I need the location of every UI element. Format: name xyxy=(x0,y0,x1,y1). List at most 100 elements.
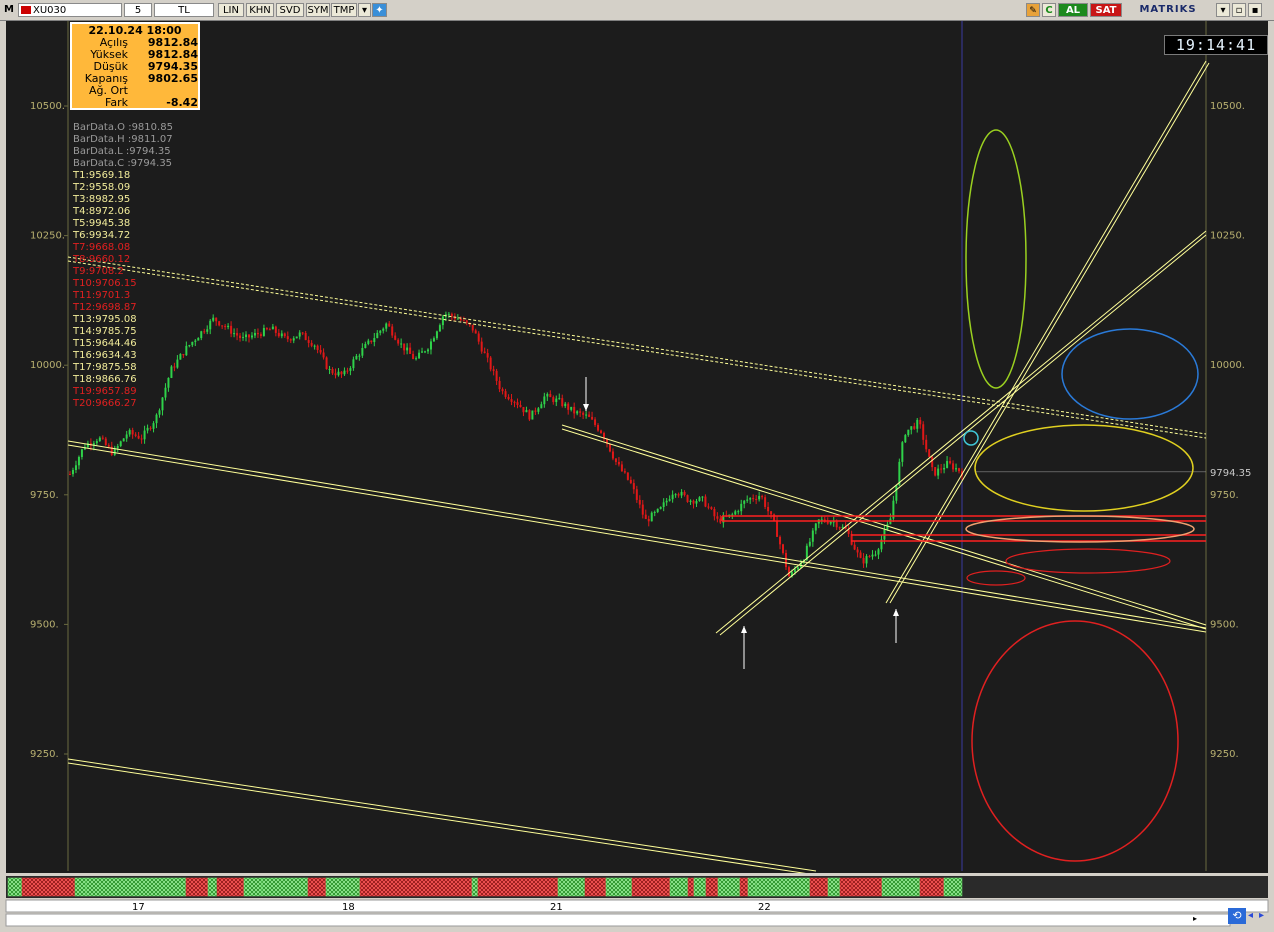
sell-button[interactable]: SAT xyxy=(1090,3,1122,17)
x-label-21: 21 xyxy=(550,902,563,913)
lin-button[interactable]: LIN xyxy=(218,3,244,17)
x-label-18: 18 xyxy=(342,902,355,913)
candle-body xyxy=(856,549,859,553)
trendline-rising-a2 xyxy=(719,234,1207,636)
sync-button[interactable]: ⟲ xyxy=(1228,908,1246,924)
candle-body xyxy=(298,332,301,337)
candle-body xyxy=(784,552,787,568)
y-tick-label-right: 9250. xyxy=(1210,749,1239,760)
candle-body xyxy=(704,496,707,507)
tmp-button[interactable]: TMP xyxy=(331,3,357,17)
candle-body xyxy=(250,335,253,338)
candle-body xyxy=(191,341,194,346)
candle-body xyxy=(459,318,462,321)
indicator-value: T5:9945.38 xyxy=(73,218,131,229)
candle-body xyxy=(537,408,540,412)
twitter-button[interactable]: ✦ xyxy=(372,3,387,17)
candle-body xyxy=(456,318,459,320)
app-menu-button[interactable]: M xyxy=(2,3,16,17)
candle-body xyxy=(271,326,274,330)
candle-body xyxy=(489,357,492,370)
indicator-value: BarData.C :9794.35 xyxy=(73,158,173,169)
info-value: 9802.65 xyxy=(147,72,198,85)
indicator-value: T1:9569.18 xyxy=(73,170,131,181)
refresh-button[interactable]: C xyxy=(1042,3,1056,17)
candle-body xyxy=(549,393,552,398)
candle-body xyxy=(501,389,504,392)
candle-body xyxy=(379,330,382,333)
candle-body xyxy=(409,347,412,354)
candle-body xyxy=(262,328,265,336)
candle-body xyxy=(865,556,868,564)
buy-button[interactable]: AL xyxy=(1058,3,1088,17)
candle-body xyxy=(677,494,680,496)
signal-block xyxy=(261,877,309,897)
signal-block xyxy=(827,877,841,897)
candle-body xyxy=(665,500,668,503)
sym-button[interactable]: SYM xyxy=(306,3,330,17)
candle-body xyxy=(495,370,498,381)
candle-body xyxy=(707,506,710,508)
candle-body xyxy=(668,499,671,501)
candle-body xyxy=(826,521,829,524)
candle-body xyxy=(221,325,224,327)
candle-body xyxy=(382,328,385,331)
candle-body xyxy=(641,504,644,515)
candle-body xyxy=(259,334,262,336)
candle-body xyxy=(358,355,361,357)
candle-body xyxy=(236,333,239,336)
candle-body xyxy=(680,491,683,496)
candle-body xyxy=(635,489,638,500)
candle-body xyxy=(322,352,325,358)
scroll-right-button[interactable]: ▸ xyxy=(1188,914,1202,925)
candle-body xyxy=(919,419,922,425)
candle-body xyxy=(543,396,546,405)
candle-body xyxy=(594,419,597,425)
candle-body xyxy=(793,569,796,573)
arrow-up-1-head xyxy=(741,626,747,633)
candle-body xyxy=(796,567,799,570)
khn-button[interactable]: KHN xyxy=(246,3,274,17)
candle-body xyxy=(776,520,779,537)
candle-body xyxy=(564,403,567,407)
scroll-right-end-button[interactable]: ▸ xyxy=(1259,910,1269,922)
candle-body xyxy=(218,321,221,326)
restore-button[interactable]: ▫ xyxy=(1232,3,1246,17)
signal-block xyxy=(717,877,741,897)
candle-body xyxy=(80,449,83,457)
svd-button[interactable]: SVD xyxy=(276,3,304,17)
arrow-right-icon: ▸ xyxy=(1259,910,1265,921)
scroll-left-button[interactable]: ◂ xyxy=(1248,910,1258,922)
candle-body xyxy=(862,557,865,564)
indicator-value: T15:9644.46 xyxy=(73,338,137,349)
symbol-field[interactable]: XU030 xyxy=(18,3,122,17)
chart-area[interactable]: 10500. 10500. 10250. 10250. 10000. 10000. 9750… xyxy=(6,21,1268,873)
currency-field[interactable]: TL xyxy=(154,3,214,17)
candle-body xyxy=(829,521,832,524)
bird-icon: ✦ xyxy=(375,5,384,16)
candle-body xyxy=(310,342,313,346)
candle-body xyxy=(931,456,934,468)
x-label-17: 17 xyxy=(132,902,145,913)
period-field[interactable]: 5 xyxy=(124,3,152,17)
candle-body xyxy=(134,434,137,436)
candle-body xyxy=(719,518,722,523)
dropdown-button[interactable]: ▾ xyxy=(358,3,371,17)
y-tick-label-right: 10000. xyxy=(1210,360,1245,371)
candle-body xyxy=(334,373,337,376)
signal-block xyxy=(631,877,671,897)
candle-body xyxy=(247,334,250,338)
paint-button[interactable]: ✎ xyxy=(1026,3,1040,17)
candle-body xyxy=(492,369,495,371)
minimize-button[interactable]: ▾ xyxy=(1216,3,1230,17)
candle-body xyxy=(710,507,713,509)
y-tick-label-left: 10250. xyxy=(30,231,65,242)
candle-body xyxy=(403,343,406,351)
candle-body xyxy=(146,427,149,431)
indicator-value: T14:9785.75 xyxy=(73,326,137,337)
signal-block xyxy=(809,877,829,897)
candle-body xyxy=(280,333,283,337)
close-button[interactable]: ▪ xyxy=(1248,3,1262,17)
candle-body xyxy=(421,351,424,353)
y-tick-label-left: 9500. xyxy=(30,619,59,630)
